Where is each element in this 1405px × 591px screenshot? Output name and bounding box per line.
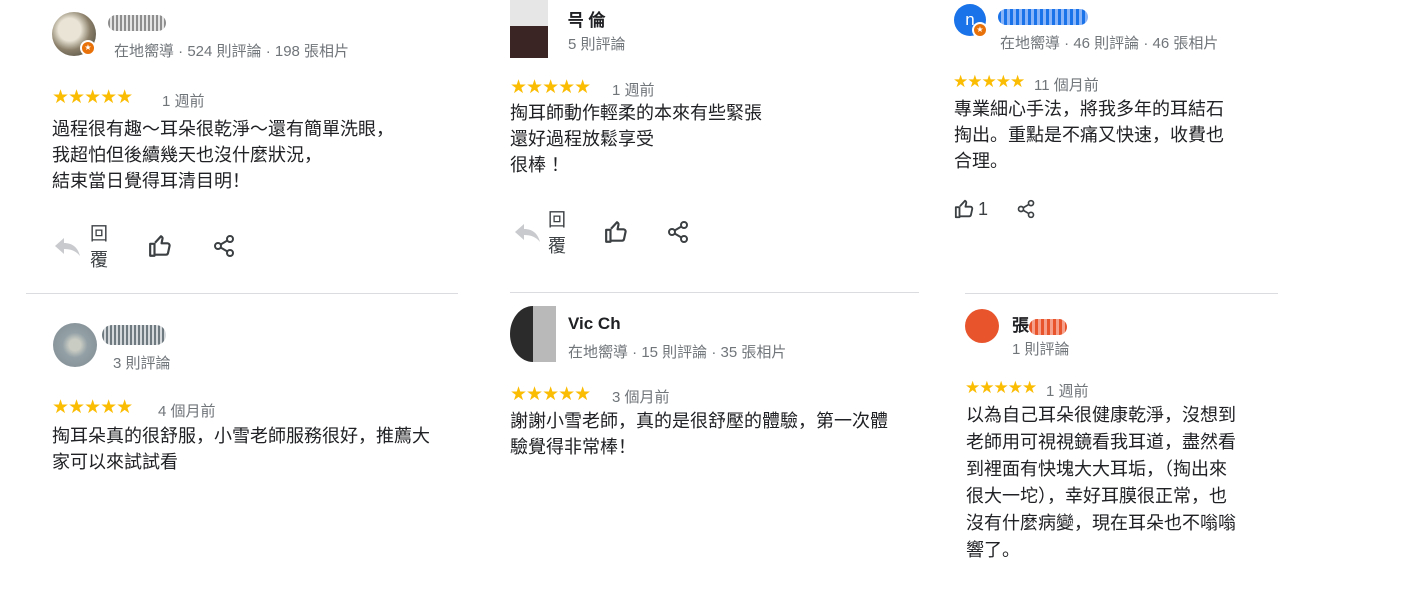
review-text-line: 驗覺得非常棒！ xyxy=(510,437,636,457)
share-button[interactable] xyxy=(666,220,690,244)
star-rating: ★★★★★ xyxy=(52,397,133,418)
review-text-line: 還好過程放鬆享受 xyxy=(510,129,654,149)
share-icon xyxy=(666,220,690,244)
redacted-name xyxy=(1029,318,1067,335)
reviewer-meta: 在地嚮導 · 46 則評論 · 46 張相片 xyxy=(1000,35,1219,52)
review-date: 1 週前 xyxy=(612,82,655,99)
star-rating: ★★★★★ xyxy=(965,378,1037,397)
like-count: 1 xyxy=(978,198,989,219)
share-button[interactable] xyxy=(212,234,236,258)
thumbs-up-icon xyxy=(954,198,976,220)
review-date: 4 個月前 xyxy=(158,403,216,420)
review-text: 謝謝小雪老師，真的是很舒壓的體驗，第一次體 驗覺得非常棒！ xyxy=(510,408,888,460)
review-text-line: 專業細心手法，將我多年的耳結石 xyxy=(954,99,1224,119)
review-text-line: 過程很有趣～耳朵很乾淨～還有簡單洗眼， xyxy=(52,119,394,139)
like-button[interactable] xyxy=(148,233,174,259)
review-text-line: 謝謝小雪老師，真的是很舒壓的體驗，第一次體 xyxy=(510,411,888,431)
reviewer-meta: 在地嚮導 · 15 則評論 · 35 張相片 xyxy=(568,344,787,361)
review-text-line: 合理。 xyxy=(954,151,1008,171)
reviewer-meta: 1 則評論 xyxy=(1012,341,1070,358)
reviewer-meta: 3 則評論 xyxy=(113,355,171,372)
review-date: 1 週前 xyxy=(1046,383,1089,400)
review-date: 3 個月前 xyxy=(612,389,670,406)
review-text-line: 我超怕但後續幾天也沒什麼狀況， xyxy=(52,145,322,165)
avatar[interactable] xyxy=(510,0,548,58)
review-text-line: 掏耳朵真的很舒服，小雪老師服務很好，推薦大 xyxy=(52,426,430,446)
review-text-line: 家可以來試試看 xyxy=(52,452,178,472)
star-rating: ★★★★★ xyxy=(510,77,591,98)
review-date: 1 週前 xyxy=(162,93,205,110)
review-text-line: 結束當日覺得耳清目明！ xyxy=(52,171,250,191)
avatar[interactable] xyxy=(510,306,556,362)
reviewer-name[interactable]: Vic Ch xyxy=(568,314,621,334)
redacted-name xyxy=(108,14,166,31)
review-actions: 1 xyxy=(954,198,1036,220)
review-text-line: 響了。 xyxy=(966,540,1020,560)
like-button[interactable] xyxy=(604,219,630,245)
reviewer-name[interactable] xyxy=(998,6,1088,26)
review-date: 11 個月前 xyxy=(1034,77,1099,94)
review-text-line: 掏耳師動作輕柔的本來有些緊張 xyxy=(510,103,762,123)
share-icon xyxy=(212,234,236,258)
reply-label: 回覆 xyxy=(548,210,566,256)
review-actions: 回覆 xyxy=(52,220,236,272)
redacted-name xyxy=(998,8,1088,25)
reviewer-meta: 在地嚮導 · 524 則評論 · 198 張相片 xyxy=(114,43,350,60)
review-text-line: 老師用可視視鏡看我耳道，盡然看 xyxy=(966,432,1236,452)
review-text-line: 很大一坨），幸好耳膜很正常，也 xyxy=(966,486,1227,506)
local-guide-badge-icon: ★ xyxy=(972,22,988,38)
avatar[interactable] xyxy=(965,309,999,343)
reviewer-name[interactable] xyxy=(108,12,166,32)
review-text: 過程很有趣～耳朵很乾淨～還有簡單洗眼， 我超怕但後續幾天也沒什麼狀況， 結束當日… xyxy=(52,116,394,194)
review-text-line: 以為自己耳朵很健康乾淨，沒想到 xyxy=(966,405,1236,425)
review-text-line: 很棒 ！ xyxy=(510,155,570,175)
review-text-line: 掏出。重點是不痛又快速，收費也 xyxy=(954,125,1224,145)
review-text-line: 到裡面有快塊大大耳垢，（掏出來 xyxy=(966,459,1227,479)
divider xyxy=(510,292,919,293)
star-rating: ★★★★★ xyxy=(953,72,1025,91)
review-text: 專業細心手法，將我多年的耳結石 掏出。重點是不痛又快速，收費也 合理。 xyxy=(954,96,1224,174)
divider xyxy=(26,293,458,294)
like-button[interactable]: 1 xyxy=(954,198,988,220)
reply-button[interactable]: 回覆 xyxy=(52,220,108,272)
share-icon xyxy=(1016,199,1036,219)
review-text: 以為自己耳朵很健康乾淨，沒想到 老師用可視視鏡看我耳道，盡然看 到裡面有快塊大大… xyxy=(966,402,1236,564)
reviewer-name[interactable]: 張 xyxy=(1012,311,1067,336)
review-text-line: 沒有什麼病變，現在耳朵也不嗡嗡 xyxy=(966,513,1236,533)
reply-icon xyxy=(512,221,542,243)
divider xyxy=(965,293,1278,294)
reply-label: 回覆 xyxy=(90,224,108,270)
local-guide-badge-icon: ★ xyxy=(80,40,96,56)
thumbs-up-icon xyxy=(604,219,630,245)
avatar[interactable] xyxy=(53,323,97,367)
star-rating: ★★★★★ xyxy=(52,87,133,108)
share-button[interactable] xyxy=(1016,199,1036,219)
thumbs-up-icon xyxy=(148,233,174,259)
star-rating: ★★★★★ xyxy=(510,384,591,405)
reviewer-name[interactable]: 믁 倫 xyxy=(568,6,605,31)
reply-icon xyxy=(52,235,82,257)
review-actions: 回覆 xyxy=(512,206,690,258)
reviewer-meta: 5 則評論 xyxy=(568,36,626,53)
redacted-name xyxy=(102,324,166,345)
review-text: 掏耳師動作輕柔的本來有些緊張 還好過程放鬆享受 很棒 ！ xyxy=(510,100,762,178)
reply-button[interactable]: 回覆 xyxy=(512,206,566,258)
review-text: 掏耳朵真的很舒服，小雪老師服務很好，推薦大 家可以來試試看 xyxy=(52,423,430,475)
reviewer-name[interactable] xyxy=(102,324,166,345)
